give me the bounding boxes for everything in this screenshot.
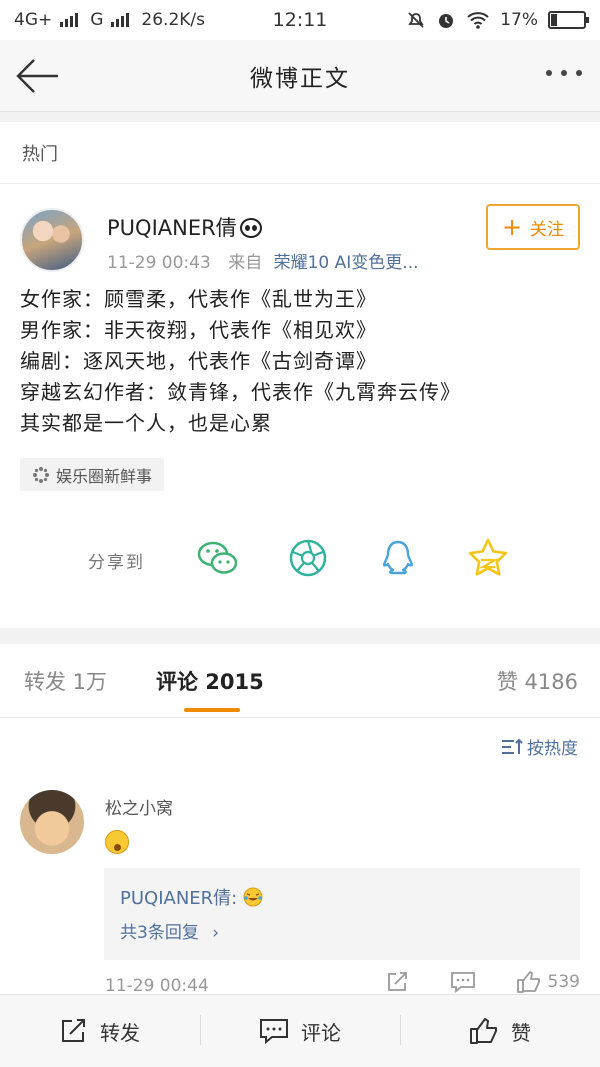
repost-icon[interactable] bbox=[386, 971, 410, 993]
battery-percent: 17% bbox=[500, 10, 538, 30]
author-avatar[interactable] bbox=[20, 208, 84, 272]
like-button[interactable]: 赞 bbox=[400, 995, 600, 1067]
reply-box[interactable]: PUQIANER倩: 共3条回复 › bbox=[104, 868, 580, 960]
tab-like[interactable]: 赞 4186 bbox=[497, 666, 578, 696]
reply-count-link[interactable]: 共3条回复 › bbox=[120, 918, 219, 943]
post-meta: 11-29 00:43 来自 荣耀10 AI变色更... bbox=[107, 248, 419, 273]
comment-like-count: 539 bbox=[547, 972, 580, 992]
nav-bar: 微博正文 bbox=[0, 40, 600, 112]
qq-icon[interactable] bbox=[376, 536, 420, 580]
topic-label: 娱乐圈新鲜事 bbox=[56, 466, 153, 486]
comment-tabs: 转发 1万 评论 2015 赞 4186 bbox=[0, 644, 600, 718]
comment-icon bbox=[260, 1019, 288, 1044]
thumbs-up-icon bbox=[470, 1018, 497, 1044]
post-line: 女作家：顾雪柔，代表作《乱世为王》 bbox=[20, 287, 377, 311]
post-text: 女作家：顾雪柔，代表作《乱世为王》 男作家：非天夜翔，代表作《相见欢》 编剧：逐… bbox=[20, 284, 580, 439]
laugh-cry-emoji-icon bbox=[243, 887, 263, 907]
thumbs-up-icon bbox=[516, 971, 540, 993]
wechat-icon[interactable] bbox=[196, 536, 240, 580]
sort-icon bbox=[502, 738, 523, 754]
mute-icon bbox=[408, 12, 424, 28]
hot-section: 热门 bbox=[0, 122, 600, 184]
signal-icon-2 bbox=[111, 13, 130, 27]
repost-icon bbox=[62, 1019, 85, 1042]
signal-icon bbox=[60, 13, 79, 27]
bottom-action-bar: 转发 评论 赞 bbox=[0, 994, 600, 1067]
comment-icon[interactable] bbox=[450, 971, 476, 993]
topic-tag[interactable]: 娱乐圈新鲜事 bbox=[20, 458, 165, 491]
reply-preview: PUQIANER倩: bbox=[120, 884, 263, 910]
tab-repost[interactable]: 转发 1万 bbox=[24, 666, 107, 696]
share-row: 分享到 bbox=[0, 536, 600, 584]
battery-icon bbox=[548, 11, 589, 29]
repost-label: 转发 bbox=[100, 1020, 140, 1045]
repost-button[interactable]: 转发 bbox=[0, 995, 200, 1067]
hot-label: 热门 bbox=[22, 144, 58, 165]
wifi-icon bbox=[467, 12, 489, 29]
network-speed: 26.2K/s bbox=[141, 10, 206, 30]
sort-label: 按热度 bbox=[527, 739, 578, 759]
commenter-avatar[interactable] bbox=[20, 790, 84, 854]
chevron-right-icon: › bbox=[212, 923, 220, 943]
share-label: 分享到 bbox=[88, 553, 145, 573]
comment-list: 按热度 松之小窝 PUQIANER倩: 共3条回复 › 11-29 00:44 … bbox=[0, 718, 600, 996]
sort-button[interactable]: 按热度 bbox=[501, 734, 578, 759]
status-right: 17% bbox=[406, 10, 589, 30]
battery-fill bbox=[551, 14, 557, 26]
back-arrow-icon[interactable] bbox=[14, 54, 60, 98]
comment-label: 评论 bbox=[301, 1020, 341, 1045]
surprised-emoji-icon bbox=[105, 830, 129, 854]
panda-icon bbox=[239, 218, 262, 238]
post-source[interactable]: 荣耀10 AI变色更... bbox=[274, 253, 419, 273]
qzone-icon[interactable] bbox=[466, 536, 510, 580]
post-line: 穿越玄幻作者：敛青锋，代表作《九霄奔云传》 bbox=[20, 380, 461, 404]
plus-icon: + bbox=[501, 213, 523, 241]
post-line: 编剧：逐风天地，代表作《古剑奇谭》 bbox=[20, 349, 377, 373]
comment-like-button[interactable]: 539 bbox=[516, 970, 580, 994]
post-line: 男作家：非天夜翔，代表作《相见欢》 bbox=[20, 318, 377, 342]
comment-actions: 539 bbox=[386, 970, 580, 994]
status-bar: 4G+ G 26.2K/s 12:11 17% bbox=[0, 0, 600, 40]
author-name[interactable]: PUQIANER倩 bbox=[107, 216, 237, 240]
follow-button[interactable]: + 关注 bbox=[486, 204, 580, 250]
like-label: 赞 bbox=[511, 1020, 531, 1045]
comment-time: 11-29 00:44 bbox=[105, 976, 209, 996]
status-left: 4G+ G 26.2K/s bbox=[14, 10, 406, 30]
comment-button[interactable]: 评论 bbox=[200, 995, 400, 1067]
source-prefix: 来自 bbox=[228, 253, 263, 273]
tab-comment[interactable]: 评论 2015 bbox=[156, 666, 264, 696]
post-line: 其实都是一个人，也是心累 bbox=[20, 411, 272, 435]
page-title: 微博正文 bbox=[250, 65, 350, 92]
commenter-name[interactable]: 松之小窝 bbox=[105, 794, 173, 819]
follow-label: 关注 bbox=[530, 219, 565, 240]
post-card: PUQIANER倩 11-29 00:43 来自 荣耀10 AI变色更... +… bbox=[0, 184, 600, 628]
topic-icon bbox=[33, 466, 49, 483]
alarm-icon bbox=[439, 14, 454, 28]
reply-count: 共3条回复 bbox=[120, 923, 199, 943]
reply-author[interactable]: PUQIANER倩: bbox=[120, 888, 237, 909]
more-options-icon[interactable] bbox=[546, 70, 582, 76]
post-time: 11-29 00:43 bbox=[107, 253, 211, 273]
moments-icon[interactable] bbox=[286, 536, 330, 580]
network-type-2: G bbox=[90, 10, 104, 30]
active-tab-indicator bbox=[184, 708, 240, 712]
network-type: 4G+ bbox=[14, 10, 53, 30]
author-name-row[interactable]: PUQIANER倩 bbox=[107, 212, 262, 242]
